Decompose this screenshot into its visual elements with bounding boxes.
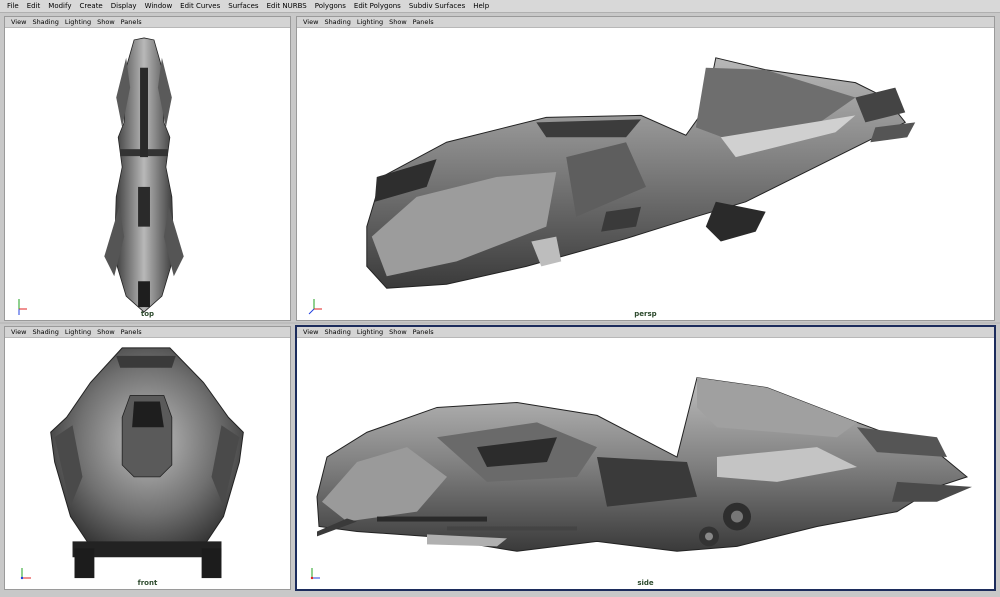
- menu-edit-polygons[interactable]: Edit Polygons: [350, 0, 405, 13]
- panel-menu-view[interactable]: View: [8, 327, 29, 338]
- panel-menu-view[interactable]: View: [300, 17, 321, 28]
- panel-menu-panels[interactable]: Panels: [118, 17, 145, 28]
- menu-modify[interactable]: Modify: [44, 0, 75, 13]
- menu-help[interactable]: Help: [469, 0, 493, 13]
- viewport-top-panel-menu: View Shading Lighting Show Panels: [5, 17, 290, 28]
- panel-menu-shading[interactable]: Shading: [321, 327, 353, 338]
- menu-window[interactable]: Window: [141, 0, 177, 13]
- viewport-top[interactable]: View Shading Lighting Show Panels top: [4, 16, 291, 321]
- panel-menu-view[interactable]: View: [300, 327, 321, 338]
- main-menubar: File Edit Modify Create Display Window E…: [0, 0, 1000, 13]
- panel-menu-show[interactable]: Show: [94, 17, 118, 28]
- menu-surfaces[interactable]: Surfaces: [224, 0, 262, 13]
- viewport-side-label: side: [637, 579, 654, 587]
- panel-menu-lighting[interactable]: Lighting: [62, 17, 94, 28]
- panel-menu-view[interactable]: View: [8, 17, 29, 28]
- menu-display[interactable]: Display: [107, 0, 141, 13]
- panel-menu-show[interactable]: Show: [386, 17, 410, 28]
- panel-menu-lighting[interactable]: Lighting: [62, 327, 94, 338]
- viewport-persp-canvas[interactable]: persp: [297, 28, 994, 320]
- viewport-persp[interactable]: View Shading Lighting Show Panels persp: [296, 16, 995, 321]
- panel-menu-show[interactable]: Show: [386, 327, 410, 338]
- panel-menu-panels[interactable]: Panels: [410, 327, 437, 338]
- menu-create[interactable]: Create: [75, 0, 106, 13]
- viewport-side-canvas[interactable]: side: [297, 338, 994, 589]
- menu-subdiv-surfaces[interactable]: Subdiv Surfaces: [405, 0, 469, 13]
- viewport-top-canvas[interactable]: top: [5, 28, 290, 320]
- panel-menu-shading[interactable]: Shading: [29, 17, 61, 28]
- viewport-side[interactable]: View Shading Lighting Show Panels side: [295, 325, 996, 591]
- viewport-separator[interactable]: [0, 322, 1000, 324]
- panel-menu-lighting[interactable]: Lighting: [354, 17, 386, 28]
- panel-menu-shading[interactable]: Shading: [29, 327, 61, 338]
- vehicle-top-view: [104, 37, 184, 313]
- menu-edit[interactable]: Edit: [23, 0, 45, 13]
- viewport-side-panel-menu: View Shading Lighting Show Panels: [297, 327, 994, 338]
- menu-polygons[interactable]: Polygons: [311, 0, 350, 13]
- panel-menu-panels[interactable]: Panels: [118, 327, 145, 338]
- panel-menu-panels[interactable]: Panels: [410, 17, 437, 28]
- viewport-persp-label: persp: [634, 310, 657, 318]
- panel-menu-shading[interactable]: Shading: [321, 17, 353, 28]
- vehicle-side-view: [316, 377, 972, 552]
- panel-menu-lighting[interactable]: Lighting: [354, 327, 386, 338]
- menu-edit-nurbs[interactable]: Edit NURBS: [263, 0, 311, 13]
- vehicle-front-view: [50, 347, 244, 579]
- vehicle-perspective-view: [366, 57, 916, 289]
- menu-file[interactable]: File: [3, 0, 23, 13]
- viewport-front[interactable]: View Shading Lighting Show Panels front: [4, 326, 291, 590]
- viewport-persp-panel-menu: View Shading Lighting Show Panels: [297, 17, 994, 28]
- viewport-front-label: front: [137, 579, 158, 587]
- panel-menu-show[interactable]: Show: [94, 327, 118, 338]
- menu-edit-curves[interactable]: Edit Curves: [176, 0, 224, 13]
- viewport-top-label: top: [140, 310, 155, 318]
- viewport-front-panel-menu: View Shading Lighting Show Panels: [5, 327, 290, 338]
- viewport-front-canvas[interactable]: front: [5, 338, 290, 589]
